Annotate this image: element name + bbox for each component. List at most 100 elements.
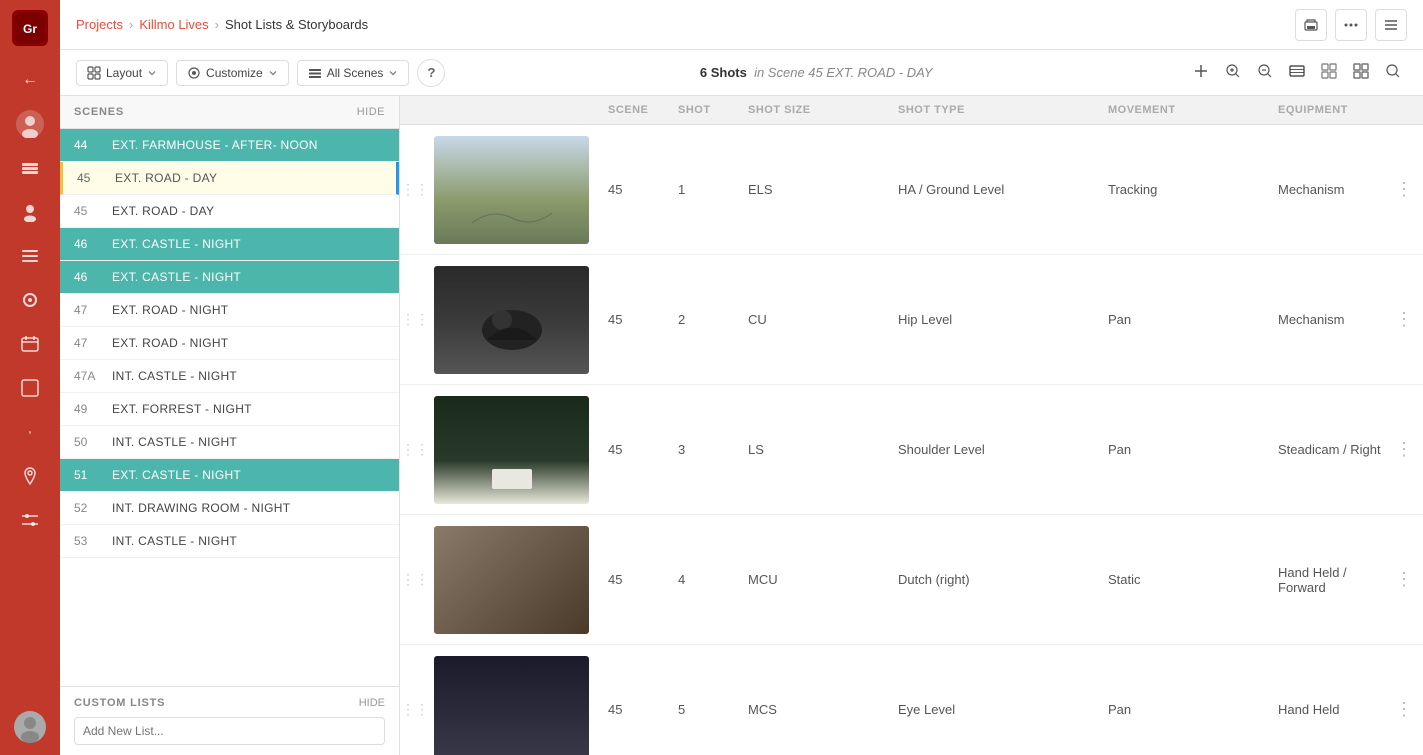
custom-lists: CUSTOM LISTS HIDE	[60, 686, 399, 755]
shot-menu-2[interactable]: ⋮	[1393, 309, 1423, 330]
scene-name: INT. CASTLE - NIGHT	[112, 369, 385, 383]
nav-star-icon[interactable]	[12, 282, 48, 318]
more-button[interactable]	[1335, 9, 1367, 41]
breadcrumb-projects[interactable]: Projects	[76, 17, 123, 32]
scene-name: EXT. ROAD - DAY	[115, 171, 382, 185]
scene-name: EXT. CASTLE - NIGHT	[112, 270, 385, 284]
scenes-list: 44 EXT. FARMHOUSE - AFTER- NOON 45 EXT. …	[60, 129, 399, 686]
scene-item[interactable]: 45 EXT. ROAD - DAY	[60, 162, 399, 195]
zoom-out-button[interactable]	[1251, 59, 1279, 87]
breadcrumb-page: Shot Lists & Storyboards	[225, 17, 368, 32]
scene-number: 47	[74, 303, 102, 317]
scene-item[interactable]: 46 EXT. CASTLE - NIGHT	[60, 261, 399, 294]
drag-handle[interactable]: ⋮⋮	[400, 311, 430, 328]
scene-number: 44	[74, 138, 102, 152]
nav-square-icon[interactable]	[12, 370, 48, 406]
scene-item[interactable]: 47 EXT. ROAD - NIGHT	[60, 327, 399, 360]
search-button[interactable]	[1379, 59, 1407, 87]
layout-button[interactable]: Layout	[76, 60, 168, 86]
add-shot-button[interactable]	[1187, 59, 1215, 87]
help-button[interactable]: ?	[417, 59, 445, 87]
drag-handle[interactable]: ⋮⋮	[400, 571, 430, 588]
scene-item[interactable]: 49 EXT. FORREST - NIGHT	[60, 393, 399, 426]
nav-calendar-icon[interactable]	[12, 326, 48, 362]
shot-row: ⋮⋮ 45 2 CU Hip Level Pan Mechanism	[400, 255, 1423, 385]
col-scene: SCENE	[608, 104, 678, 116]
shot-list-area: SCENE SHOT SHOT SIZE SHOT TYPE MOVEMENT …	[400, 96, 1423, 755]
customize-button[interactable]: Customize	[176, 60, 289, 86]
custom-lists-hide[interactable]: HIDE	[359, 697, 385, 709]
large-grid-button[interactable]	[1347, 59, 1375, 87]
drag-handle[interactable]: ⋮⋮	[400, 701, 430, 718]
col-movement: MOVEMENT	[1108, 104, 1278, 116]
nav-location-icon[interactable]	[12, 458, 48, 494]
nav-dot-icon[interactable]: ·	[12, 414, 48, 450]
scene-item[interactable]: 52 INT. DRAWING ROOM - NIGHT	[60, 492, 399, 525]
add-list-input[interactable]	[74, 717, 385, 745]
shot-thumbnail-2[interactable]	[430, 258, 600, 382]
shot-number-3: 3	[670, 442, 740, 457]
all-scenes-button[interactable]: All Scenes	[297, 60, 410, 86]
shot-number-5: 5	[670, 702, 740, 717]
scene-number: 51	[74, 468, 102, 482]
shot-type-3: Shoulder Level	[890, 442, 1100, 457]
shot-menu-4[interactable]: ⋮	[1393, 569, 1423, 590]
scene-name: EXT. ROAD - NIGHT	[112, 303, 385, 317]
shot-equipment-3: Steadicam / Right	[1270, 442, 1393, 457]
nav-layers-icon[interactable]	[12, 150, 48, 186]
scene-number: 46	[74, 270, 102, 284]
scene-name: EXT. CASTLE - NIGHT	[112, 468, 385, 482]
shot-scene-5: 45	[600, 702, 670, 717]
breadcrumb-project[interactable]: Killmo Lives	[139, 17, 208, 32]
scene-item[interactable]: 50 INT. CASTLE - NIGHT	[60, 426, 399, 459]
zoom-in-button[interactable]	[1219, 59, 1247, 87]
shot-thumbnail-3[interactable]	[430, 388, 600, 512]
app-logo: Gr	[12, 10, 48, 46]
drag-handle[interactable]: ⋮⋮	[400, 181, 430, 198]
scene-item[interactable]: 44 EXT. FARMHOUSE - AFTER- NOON	[60, 129, 399, 162]
shot-movement-1: Tracking	[1100, 182, 1270, 197]
nav-sliders-icon[interactable]	[12, 502, 48, 538]
grid-view-button[interactable]	[1315, 59, 1343, 87]
nav-back-icon[interactable]: ←	[12, 62, 48, 98]
scene-item[interactable]: 45 EXT. ROAD - DAY	[60, 195, 399, 228]
shot-thumbnail-1[interactable]	[430, 128, 600, 252]
scene-name: EXT. FORREST - NIGHT	[112, 402, 385, 416]
shot-type-4: Dutch (right)	[890, 572, 1100, 587]
scenes-sidebar: SCENES HIDE 44 EXT. FARMHOUSE - AFTER- N…	[60, 96, 400, 755]
shot-movement-4: Static	[1100, 572, 1270, 587]
print-button[interactable]	[1295, 9, 1327, 41]
scene-item[interactable]: 47 EXT. ROAD - NIGHT	[60, 294, 399, 327]
top-header: Projects › Killmo Lives › Shot Lists & S…	[60, 0, 1423, 50]
scene-item[interactable]: 47A INT. CASTLE - NIGHT	[60, 360, 399, 393]
list-view-button[interactable]	[1283, 59, 1311, 87]
shot-scene-1: 45	[600, 182, 670, 197]
scenes-header: SCENES HIDE	[60, 96, 399, 129]
shot-thumbnail-4[interactable]	[430, 518, 600, 642]
shot-movement-5: Pan	[1100, 702, 1270, 717]
toolbar: Layout Customize All Scenes ? 6 Shots	[60, 50, 1423, 96]
shot-menu-5[interactable]: ⋮	[1393, 699, 1423, 720]
nav-list-icon[interactable]	[12, 238, 48, 274]
custom-lists-title: CUSTOM LISTS	[74, 697, 165, 709]
shot-movement-2: Pan	[1100, 312, 1270, 327]
shot-movement-3: Pan	[1100, 442, 1270, 457]
nav-person-icon[interactable]	[12, 194, 48, 230]
scenes-hide[interactable]: HIDE	[357, 106, 385, 118]
shot-menu-1[interactable]: ⋮	[1393, 179, 1423, 200]
user-avatar-bottom[interactable]	[12, 709, 48, 745]
shot-thumbnail-5[interactable]	[430, 648, 600, 755]
breadcrumb-sep2: ›	[215, 17, 219, 32]
scene-item[interactable]: 46 EXT. CASTLE - NIGHT	[60, 228, 399, 261]
scene-name: INT. CASTLE - NIGHT	[112, 435, 385, 449]
nav-avatar-icon[interactable]	[12, 106, 48, 142]
drag-handle[interactable]: ⋮⋮	[400, 441, 430, 458]
shot-type-2: Hip Level	[890, 312, 1100, 327]
scenes-title: SCENES	[74, 106, 124, 118]
menu-button[interactable]	[1375, 9, 1407, 41]
shot-size-4: MCU	[740, 572, 890, 587]
scene-item[interactable]: 53 INT. CASTLE - NIGHT	[60, 525, 399, 558]
shot-size-2: CU	[740, 312, 890, 327]
scene-item[interactable]: 51 EXT. CASTLE - NIGHT	[60, 459, 399, 492]
shot-menu-3[interactable]: ⋮	[1393, 439, 1423, 460]
